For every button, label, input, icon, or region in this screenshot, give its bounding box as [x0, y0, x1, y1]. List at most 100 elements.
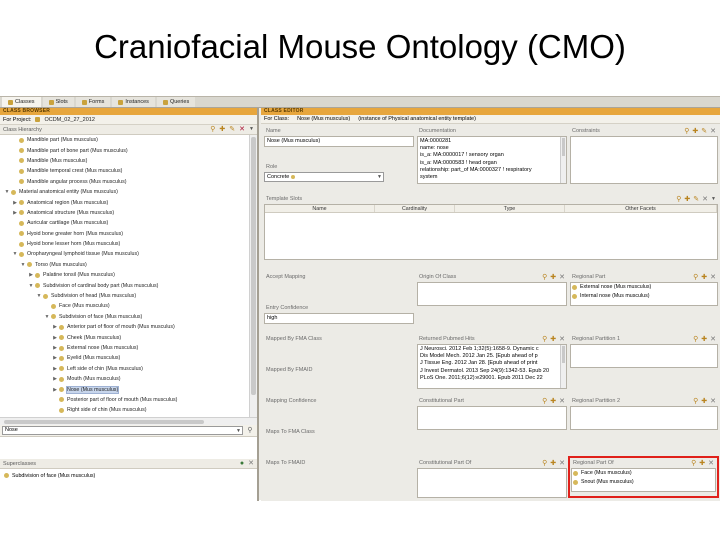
tab-classes[interactable]: Classes	[2, 97, 41, 107]
view-icon[interactable]: ⚲	[684, 127, 689, 136]
remove-icon[interactable]: ✕	[559, 397, 565, 406]
mapping-confidence-value[interactable]	[264, 406, 414, 418]
tree-row[interactable]: ▼ Torso (Mus musculus)	[0, 260, 257, 270]
list-item[interactable]: Snout (Mus musculus)	[572, 478, 715, 487]
view-icon[interactable]: ⚲	[542, 397, 547, 406]
documentation-textarea[interactable]: MA:0000281 name: nose is_a: MA:0000017 ! s…	[417, 136, 567, 184]
collapse-icon[interactable]: ▼	[28, 283, 34, 289]
maps-to-fmaid-value[interactable]	[264, 468, 414, 480]
add-icon[interactable]: ✚	[701, 397, 707, 406]
tab-instances[interactable]: Instances	[112, 97, 155, 107]
view-icon[interactable]: ⚲	[693, 273, 698, 282]
collapse-icon[interactable]: ▼	[20, 262, 26, 268]
constraints-list[interactable]	[570, 136, 718, 184]
template-slots-table[interactable]: Name Cardinality Type Other Facets	[264, 204, 718, 260]
role-select[interactable]: Concrete ▼	[264, 172, 384, 182]
maps-to-fma-class-value[interactable]	[264, 437, 414, 449]
tree-row[interactable]: ▶ Eyelid (Mus musculus)	[0, 353, 257, 363]
remove-icon[interactable]: ✕	[559, 273, 565, 282]
tree-row[interactable]: Mandible part of bone part (Mus musculus…	[0, 145, 257, 155]
collapse-icon[interactable]: ▼	[4, 189, 10, 195]
add-superclass-icon[interactable]: ●	[240, 460, 244, 467]
remove-icon[interactable]: ✕	[708, 459, 714, 468]
expand-icon[interactable]: ▶	[52, 366, 58, 372]
regional-partition-2-list[interactable]	[570, 406, 718, 430]
expand-icon[interactable]: ▶	[52, 345, 58, 351]
tree-row[interactable]: ▶ Nose (Mus musculus)	[0, 384, 257, 394]
pubmed-scrollbar[interactable]	[560, 345, 566, 388]
accept-mapping-value[interactable]	[264, 282, 414, 294]
column-header[interactable]: Name	[265, 205, 375, 212]
add-icon[interactable]: ✚	[550, 273, 556, 282]
origin-of-class-list[interactable]	[417, 282, 567, 306]
tree-row[interactable]: ▶ Cheek (Mus musculus)	[0, 332, 257, 342]
view-icon[interactable]: ⚲	[693, 397, 698, 406]
list-item[interactable]: Internal nose (Mus musculus)	[571, 292, 717, 301]
search-icon[interactable]: ⚲	[245, 426, 255, 435]
collapse-icon[interactable]: ▼	[12, 251, 18, 257]
tree-vertical-scrollbar[interactable]	[249, 135, 257, 417]
expand-icon[interactable]: ▶	[52, 376, 58, 382]
override-slot-icon[interactable]: ✎	[693, 195, 699, 204]
expand-icon[interactable]: ▶	[52, 324, 58, 330]
remove-icon[interactable]: ✕	[710, 127, 716, 136]
tree-row[interactable]: Mandible (Mus musculus)	[0, 156, 257, 166]
tree-row[interactable]: Mandible part (Mus musculus)	[0, 135, 257, 145]
menu-icon[interactable]: ▼	[711, 195, 716, 204]
tree-row[interactable]: ▼ Subdivision of head (Mus musculus)	[0, 291, 257, 301]
tree-row[interactable]: ▶ Left side of chin (Mus musculus)	[0, 364, 257, 374]
tree-row[interactable]: Mandible angular process (Mus musculus)	[0, 177, 257, 187]
mapped-by-fmaid-value[interactable]	[264, 375, 414, 387]
column-header[interactable]: Other Facets	[565, 205, 717, 212]
tab-slots[interactable]: Slots	[42, 97, 74, 107]
pubmed-hit[interactable]: Dis Model Mech. 2012 Jan 25. [Epub ahead…	[420, 353, 564, 360]
column-header[interactable]: Type	[455, 205, 565, 212]
tab-forms[interactable]: Forms	[75, 97, 111, 107]
class-tree[interactable]: Mandible part (Mus musculus) Mandible par…	[0, 135, 257, 417]
add-icon[interactable]: ✚	[550, 459, 556, 468]
tree-row[interactable]: ▶ Mouth (Mus musculus)	[0, 374, 257, 384]
view-icon[interactable]: ⚲	[542, 335, 547, 344]
expand-icon[interactable]: ▶	[12, 200, 18, 206]
regional-partition-1-list[interactable]	[570, 344, 718, 368]
constitutional-part-list[interactable]	[417, 406, 567, 430]
expand-icon[interactable]: ▶	[52, 387, 58, 393]
edit-icon[interactable]: ✎	[701, 127, 707, 136]
delete-class-icon[interactable]: ✕	[239, 126, 245, 133]
edit-class-icon[interactable]: ✎	[229, 126, 235, 133]
chevron-down-icon[interactable]: ▼	[377, 173, 382, 181]
tree-row[interactable]: Mandible temporal crest (Mus musculus)	[0, 166, 257, 176]
add-icon[interactable]: ✚	[550, 397, 556, 406]
tree-row[interactable]: Hyoid bone lesser horn (Mus musculus)	[0, 239, 257, 249]
tree-row[interactable]: ▼ Oropharyngeal lymphoid tissue (Mus musc…	[0, 249, 257, 259]
view-icon[interactable]: ⚲	[693, 335, 698, 344]
chevron-down-icon[interactable]: ▼	[236, 428, 241, 435]
menu-dropdown-icon[interactable]: ▼	[249, 126, 254, 133]
remove-icon[interactable]: ✕	[710, 273, 716, 282]
tree-row[interactable]: ▶ Anatomical structure (Mus musculus)	[0, 208, 257, 218]
tree-row[interactable]: ▼ Subdivision of face (Mus musculus)	[0, 312, 257, 322]
remove-icon[interactable]: ✕	[710, 335, 716, 344]
pubmed-hit[interactable]: J Invest Dermatol. 2013 Sep 24(9):1342-5…	[420, 368, 564, 375]
regional-part-list[interactable]: External nose (Mus musculus) Internal no…	[570, 282, 718, 306]
name-input[interactable]: Nose (Mus musculus)	[264, 136, 414, 147]
collapse-icon[interactable]: ▼	[44, 314, 50, 320]
add-icon[interactable]: ✚	[692, 127, 698, 136]
pubmed-hit[interactable]: PLoS One. 2011;6(12):e29001. Epub 2011 D…	[420, 375, 564, 382]
tree-row[interactable]: Face (Mus musculus)	[0, 301, 257, 311]
tree-row[interactable]: Posterior part of floor of mouth (Mus mu…	[0, 395, 257, 405]
regional-part-of-list[interactable]: Face (Mus musculus) Snout (Mus musculus)	[571, 468, 716, 492]
remove-icon[interactable]: ✕	[710, 397, 716, 406]
add-icon[interactable]: ✚	[701, 335, 707, 344]
add-icon[interactable]: ✚	[699, 459, 705, 468]
class-search-input[interactable]: Nose ▼	[2, 426, 243, 435]
view-icon[interactable]: ⚲	[542, 273, 547, 282]
tree-row[interactable]: ▶ External nose (Mus musculus)	[0, 343, 257, 353]
tree-row[interactable]: Auricular cartilage (Mus musculus)	[0, 218, 257, 228]
tab-queries[interactable]: Queries	[156, 97, 196, 107]
entry-confidence-input[interactable]: high	[264, 313, 414, 324]
tree-row[interactable]: ▼ Subdivision of cardinal body part (Mus …	[0, 280, 257, 290]
list-item[interactable]: Face (Mus musculus)	[572, 469, 715, 478]
find-icon[interactable]: ⚲	[210, 126, 215, 133]
remove-superclass-icon[interactable]: ✕	[248, 460, 254, 467]
